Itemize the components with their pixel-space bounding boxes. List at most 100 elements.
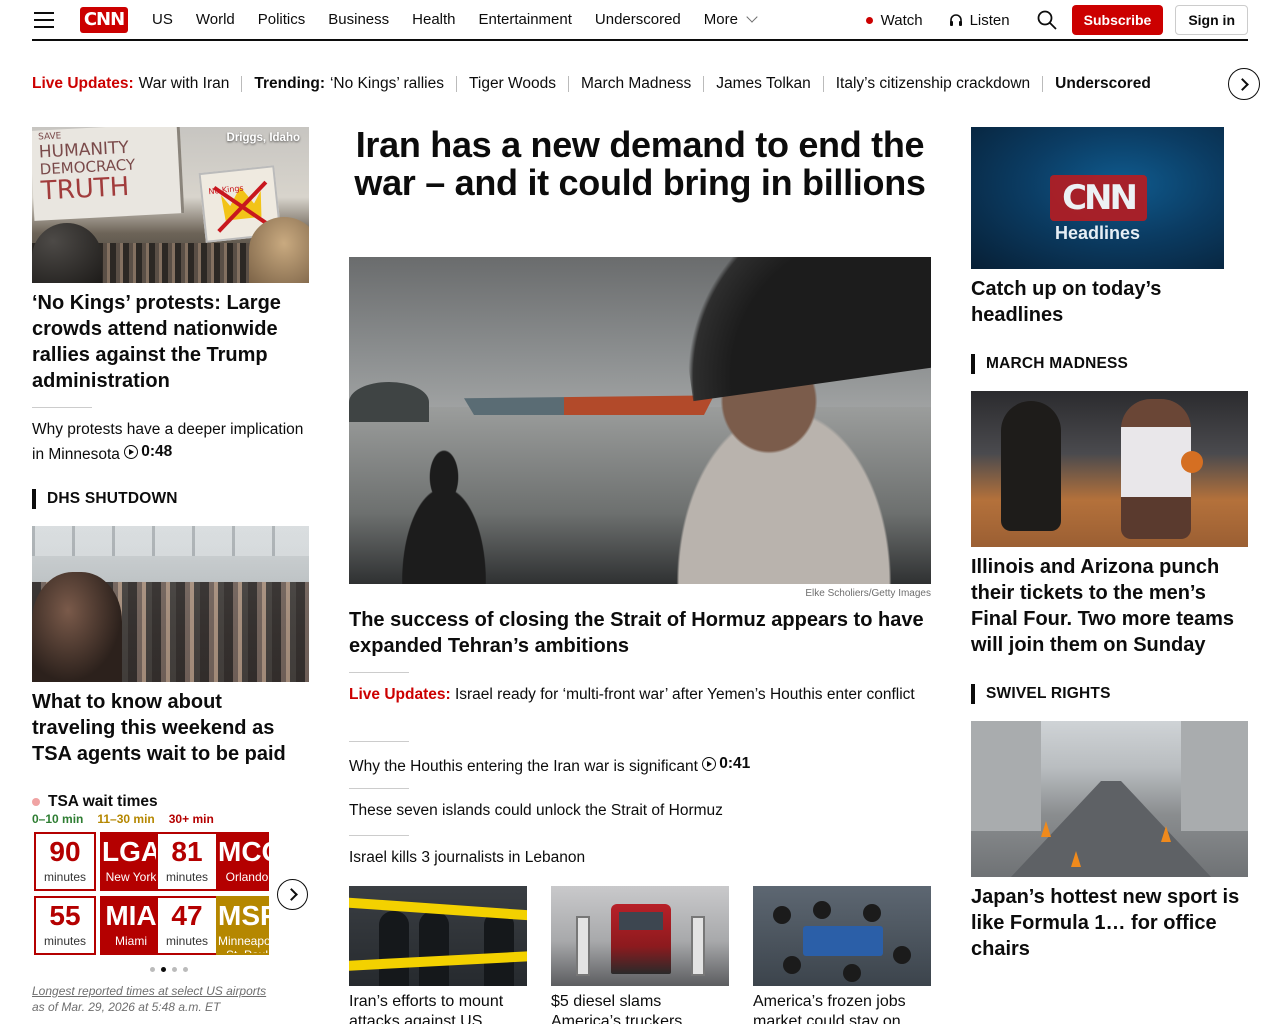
tsa-airport-mco[interactable]: MCOOrlando [216, 832, 269, 891]
trending-link-italy[interactable]: Italy’s citizenship crackdown [836, 75, 1030, 93]
person [773, 906, 791, 924]
building [971, 721, 1041, 831]
nav-world[interactable]: World [196, 11, 235, 28]
watch-label: Watch [880, 11, 923, 29]
live-updates-label: Live Updates: [349, 686, 451, 703]
nav-underscored[interactable]: Underscored [595, 11, 681, 28]
link-text: Israel ready for ‘multi-front war’ after… [454, 686, 915, 703]
watch-link[interactable]: Watch [865, 11, 923, 29]
listen-link[interactable]: Listen [949, 12, 1010, 29]
carousel-dot[interactable] [183, 967, 188, 972]
basketball-image[interactable] [971, 391, 1248, 547]
tsa-footnote-link[interactable]: Longest reported times at select US airp… [32, 984, 266, 998]
nav-health[interactable]: Health [412, 11, 455, 28]
trending-link-war-with-iran[interactable]: War with Iran [139, 75, 230, 93]
menu-icon[interactable] [34, 11, 54, 28]
tsa-airport-lga[interactable]: LGA New York [100, 832, 162, 891]
tsa-airport-mia[interactable]: MIA Miami [100, 896, 162, 955]
headline-no-kings[interactable]: ‘No Kings’ protests: Large crowds attend… [32, 290, 309, 394]
thumb-jobs-fair-image[interactable] [753, 886, 931, 986]
tsa-lines-image[interactable] [32, 526, 309, 682]
chevron-right-icon [1236, 77, 1249, 91]
legend-red: 30+ min [168, 812, 214, 826]
nav-more[interactable]: More [704, 11, 758, 28]
photo-credit: Elke Scholiers/Getty Images [805, 588, 931, 599]
tsa-wait-grid: 90minutes LGANew York 81minutes MCOOrlan… [32, 832, 269, 956]
trending-link-no-kings[interactable]: ‘No Kings’ rallies [330, 75, 444, 93]
trending-link-tiger-woods[interactable]: Tiger Woods [469, 75, 556, 93]
section-title: DHS SHUTDOWN [47, 490, 178, 507]
carousel-dot[interactable] [150, 967, 155, 972]
link-protests-minnesota[interactable]: Why protests have a deeper implication i… [32, 419, 309, 466]
lead-image[interactable] [349, 257, 931, 584]
trending-fade [1180, 68, 1230, 98]
headline-final-four[interactable]: Illinois and Arizona punch their tickets… [971, 554, 1248, 658]
tsa-airport-msp[interactable]: MSPMinneapolis-St. Paul [216, 896, 269, 955]
header-actions: Watch Listen Subscribe Sign in [865, 5, 1248, 35]
nav-entertainment[interactable]: Entertainment [479, 11, 572, 28]
protest-image[interactable]: SAVE HUMANITY DEMOCRACY TRUTH No Kings D… [32, 127, 309, 283]
fuel-pump [691, 916, 705, 976]
booth-table [803, 926, 883, 956]
link-journalists-lebanon[interactable]: Israel kills 3 journalists in Lebanon [349, 847, 931, 869]
tsa-value-lga[interactable]: 90 minutes [34, 832, 96, 891]
link-houthis[interactable]: Why the Houthis entering the Iran war is… [349, 753, 931, 778]
cnn-logo[interactable]: CNN [80, 6, 128, 33]
link-seven-islands[interactable]: These seven islands could unlock the Str… [349, 800, 931, 822]
trending-bar: Live Updates: War with Iran Trending: ‘N… [32, 72, 1222, 96]
divider [455, 76, 457, 92]
divider [1042, 76, 1044, 92]
agent-silhouette [419, 911, 449, 986]
tsa-footnote: Longest reported times at select US airp… [32, 983, 266, 1015]
tsa-footnote-time: as of Mar. 29, 2026 at 5:48 a.m. ET [32, 1000, 221, 1014]
thumb-fbi-image[interactable] [349, 886, 527, 986]
divider [349, 835, 409, 836]
building [1181, 721, 1248, 831]
tsa-value-mco[interactable]: 81 minutes [156, 832, 218, 891]
lead-headline[interactable]: Iran has a new demand to end the war – a… [349, 126, 931, 202]
woman-silhouette [379, 437, 509, 584]
section-title: SWIVEL RIGHTS [986, 685, 1111, 702]
sign-in-button[interactable]: Sign in [1175, 5, 1248, 35]
tsa-next-button[interactable] [277, 879, 308, 910]
section-title: MARCH MADNESS [986, 355, 1129, 372]
carousel-dot[interactable] [172, 967, 177, 972]
headline-tsa[interactable]: What to know about traveling this weeken… [32, 689, 309, 767]
trending-next-button[interactable] [1228, 68, 1260, 100]
lead-subheadline[interactable]: The success of closing the Strait of Hor… [349, 607, 931, 659]
nav-business[interactable]: Business [328, 11, 389, 28]
carousel-dot-active[interactable] [161, 967, 166, 972]
nav-politics[interactable]: Politics [258, 11, 306, 28]
thumb-headline-fbi[interactable]: Iran’s efforts to mount attacks against … [349, 992, 529, 1024]
divider [568, 76, 569, 92]
divider [349, 788, 409, 789]
trending-link-james-tolkan[interactable]: James Tolkan [716, 75, 810, 93]
headline-office-chairs[interactable]: Japan’s hottest new sport is like Formul… [971, 884, 1248, 962]
live-updates-label: Live Updates: [32, 75, 134, 92]
subscribe-button[interactable]: Subscribe [1071, 5, 1164, 35]
legend-amber: 11–30 min [97, 812, 155, 826]
headline-catch-up[interactable]: Catch up on today’s headlines [971, 276, 1224, 328]
tsa-value-msp[interactable]: 47 minutes [156, 896, 218, 955]
straw-hat [249, 217, 309, 283]
person [813, 901, 831, 919]
chevron-down-icon [746, 11, 758, 23]
nav-us[interactable]: US [152, 11, 173, 28]
live-dot-icon [865, 16, 873, 24]
tsa-value-mia[interactable]: 55 minutes [34, 896, 96, 955]
divider [349, 672, 409, 673]
thumb-truck-image[interactable] [551, 886, 729, 986]
section-label-dhs-shutdown: DHS SHUTDOWN [32, 489, 178, 509]
cnn-headlines-video[interactable]: CNN Headlines [971, 127, 1224, 269]
trending-link-march-madness[interactable]: March Madness [581, 75, 691, 93]
link-live-updates-israel[interactable]: Live Updates: Israel ready for ‘multi-fr… [349, 684, 931, 706]
trending-link-underscored[interactable]: Underscored [1055, 75, 1151, 93]
carousel-dots [150, 967, 188, 972]
search-icon[interactable] [1036, 9, 1058, 31]
video-duration: 0:41 [702, 753, 750, 775]
thumb-headline-jobs[interactable]: America’s frozen jobs market could stay … [753, 992, 933, 1024]
thumb-headline-diesel[interactable]: $5 diesel slams America’s truckers [551, 992, 731, 1024]
person [863, 904, 881, 922]
office-chair-race-image[interactable] [971, 721, 1248, 877]
agent-silhouette [379, 911, 409, 986]
